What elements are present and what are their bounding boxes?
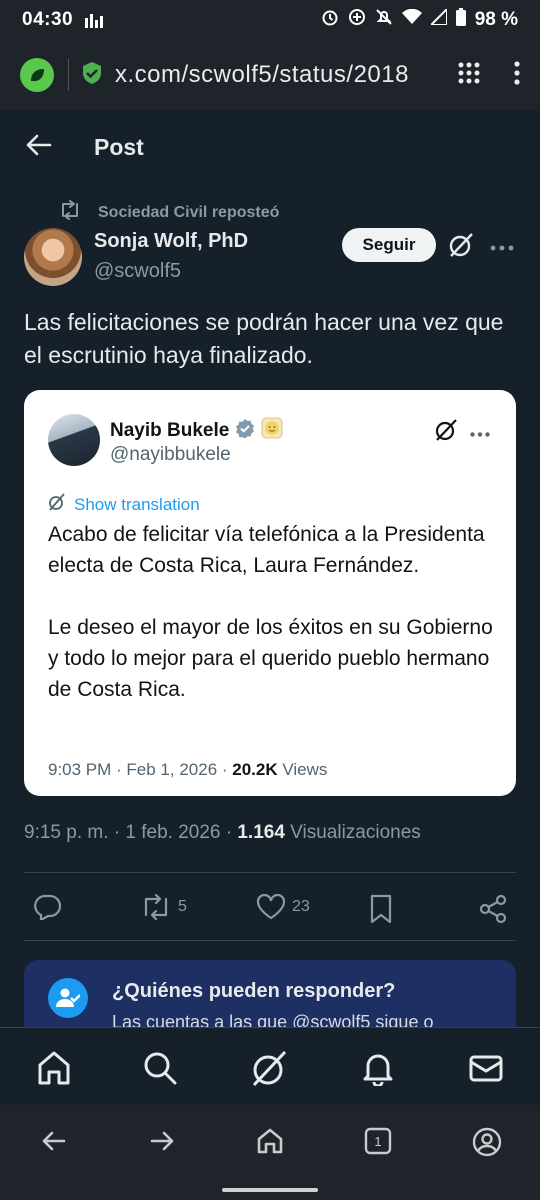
page-title: Post xyxy=(94,133,144,160)
extensions-grid-icon[interactable] xyxy=(458,62,480,89)
more-options-icon[interactable] xyxy=(490,238,514,256)
post-text: Las felicitaciones se podrán hacer una v… xyxy=(24,309,504,368)
bottom-navigation xyxy=(0,1027,540,1105)
show-translation-link[interactable]: Show translation xyxy=(48,493,200,516)
post-time[interactable]: 9:15 p. m. · 1 feb. 2026 · xyxy=(24,822,237,843)
browser-tabs-icon[interactable]: 1 xyxy=(364,1127,392,1160)
post-views-label: Visualizaciones xyxy=(284,822,421,843)
quoted-post-card[interactable]: Nayib Bukele @nayibbukele Show translati… xyxy=(24,390,516,796)
like-count: 23 xyxy=(292,898,310,915)
battery-level: 98 % xyxy=(474,9,518,30)
quoted-post-meta: 9:03 PM · Feb 1, 2026 · 20.2K Views xyxy=(48,760,327,780)
quoted-author-row[interactable]: Nayib Bukele xyxy=(110,417,283,445)
data-saver-icon xyxy=(348,8,366,32)
repost-icon xyxy=(58,200,82,225)
messages-mail-icon[interactable] xyxy=(468,1050,504,1091)
repost-icon xyxy=(144,894,168,920)
browser-home-icon[interactable] xyxy=(256,1127,284,1160)
reply-icon xyxy=(34,894,62,920)
url-separator xyxy=(68,59,69,91)
more-options-icon[interactable] xyxy=(470,424,490,442)
share-icon xyxy=(479,894,507,924)
signal-activity-icon xyxy=(85,12,104,28)
avatar[interactable] xyxy=(24,228,82,286)
divider xyxy=(24,940,516,941)
quoted-post-views-count: 20.2K xyxy=(232,760,278,779)
reply-button[interactable] xyxy=(32,894,62,920)
verified-badge-icon xyxy=(235,418,255,444)
post-meta: 9:15 p. m. · 1 feb. 2026 · 1.164 Visuali… xyxy=(24,822,421,844)
follow-button[interactable]: Seguir xyxy=(342,228,436,262)
quoted-author-name: Nayib Bukele xyxy=(110,420,230,441)
browser-menu-icon[interactable] xyxy=(514,60,520,90)
browser-url-bar: x.com/scwolf5/status/2018 xyxy=(0,40,540,110)
site-icon[interactable] xyxy=(20,58,54,92)
mute-icon xyxy=(375,8,393,32)
bookmark-button[interactable] xyxy=(368,894,394,924)
wifi-icon xyxy=(401,8,422,31)
cell-signal-icon xyxy=(428,6,448,31)
divider xyxy=(24,872,516,873)
back-arrow-icon[interactable] xyxy=(26,134,52,161)
status-time: 04:30 xyxy=(22,9,74,30)
browser-back-icon[interactable] xyxy=(40,1127,68,1160)
home-icon[interactable] xyxy=(36,1050,72,1091)
author-name[interactable]: Sonja Wolf, PhD xyxy=(94,230,248,253)
post-author: Sonja Wolf, PhD @scwolf5 Seguir xyxy=(24,228,524,288)
quoted-post-views-label: Views xyxy=(277,760,328,779)
battery-icon xyxy=(455,8,466,32)
like-button[interactable]: 23 xyxy=(256,894,310,920)
grok-icon[interactable] xyxy=(250,1050,288,1093)
post-views-count: 1.164 xyxy=(237,822,285,843)
post-actions: 5 23 xyxy=(0,884,540,934)
repost-count: 5 xyxy=(178,898,187,915)
who-can-reply-title: ¿Quiénes pueden responder? xyxy=(112,980,396,1002)
tabs-count: 1 xyxy=(374,1134,381,1149)
alarm-icon xyxy=(321,8,339,32)
show-translation-label: Show translation xyxy=(74,494,200,514)
browser-navigation-bar: 1 xyxy=(0,1105,540,1200)
repost-button[interactable]: 5 xyxy=(140,894,187,920)
author-handle[interactable]: @scwolf5 xyxy=(94,260,181,283)
quoted-avatar[interactable] xyxy=(48,414,100,466)
heart-icon xyxy=(256,894,286,920)
gesture-handle[interactable] xyxy=(222,1188,318,1192)
secure-shield-icon[interactable] xyxy=(81,61,103,90)
quoted-author-handle[interactable]: @nayibbukele xyxy=(110,444,231,466)
browser-forward-icon[interactable] xyxy=(148,1127,176,1160)
bookmark-icon xyxy=(370,894,392,924)
notifications-bell-icon[interactable] xyxy=(360,1050,396,1091)
user-check-icon xyxy=(48,978,88,1018)
quoted-post-text: Acabo de felicitar vía telefónica a la P… xyxy=(48,523,493,701)
grok-icon[interactable] xyxy=(434,418,458,447)
share-button[interactable] xyxy=(478,894,508,924)
quoted-post-time: 9:03 PM · Feb 1, 2026 · xyxy=(48,760,233,779)
repost-label: Sociedad Civil reposteó xyxy=(98,203,280,221)
search-icon[interactable] xyxy=(142,1050,178,1091)
grok-icon[interactable] xyxy=(448,232,474,263)
affiliate-badge-icon xyxy=(261,417,283,445)
grok-translate-icon xyxy=(48,493,66,516)
status-bar: 04:30 98 % xyxy=(0,0,540,40)
url-text[interactable]: x.com/scwolf5/status/2018 xyxy=(115,61,415,89)
repost-attribution[interactable]: Sociedad Civil reposteó xyxy=(58,200,279,225)
page-header: Post xyxy=(0,112,540,182)
browser-account-icon[interactable] xyxy=(472,1127,502,1162)
